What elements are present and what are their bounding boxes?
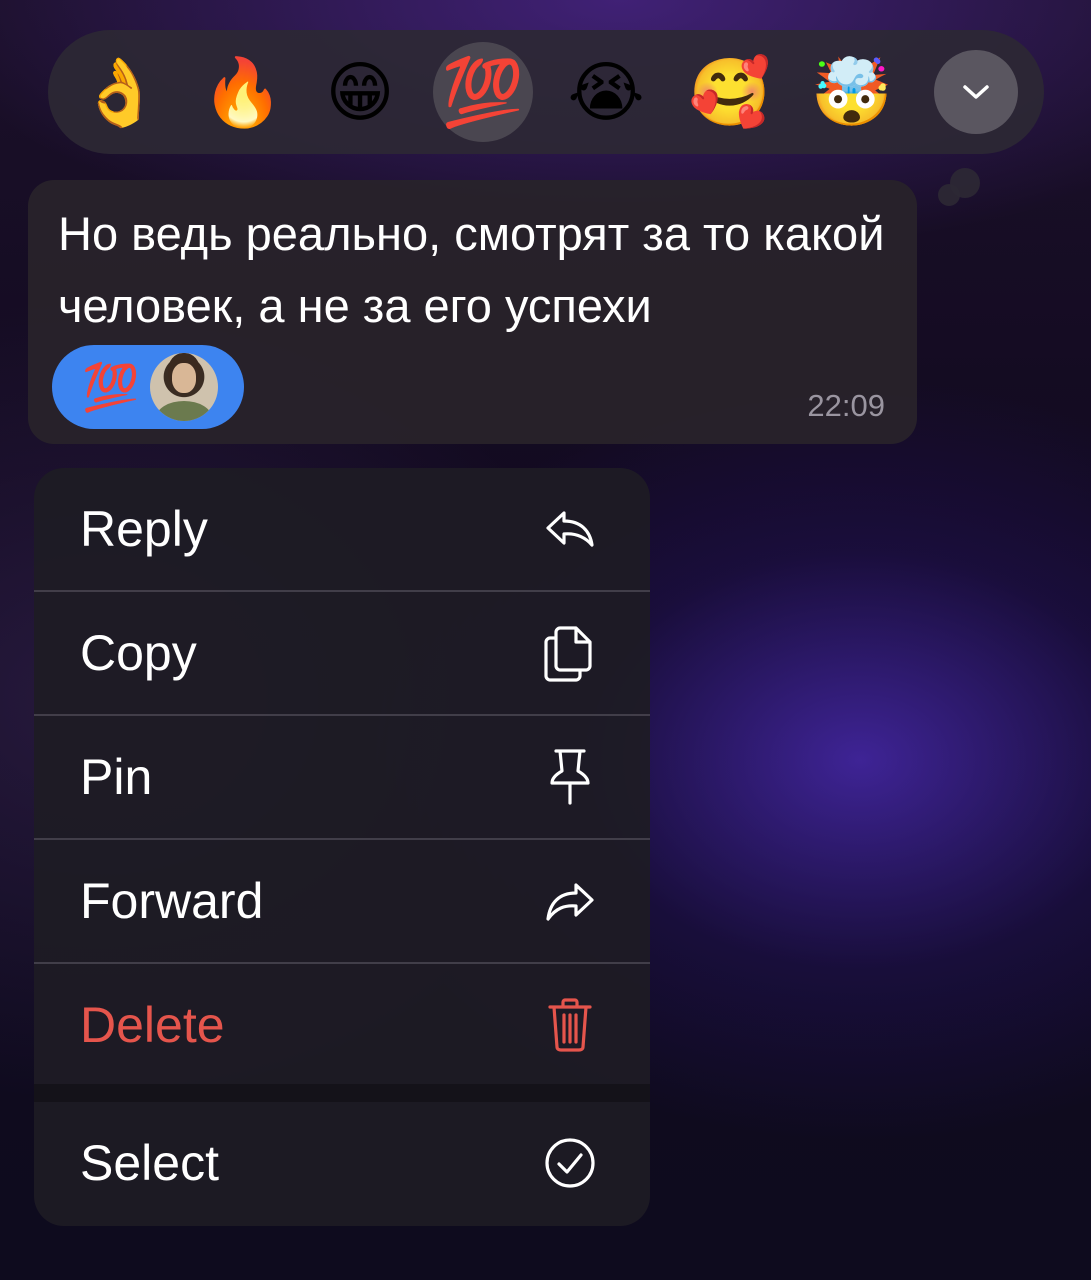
message-time: 22:09 (807, 388, 885, 423)
pin-icon (538, 745, 602, 809)
menu-item-label: Delete (80, 997, 225, 1053)
message-reaction-pill[interactable]: 💯 (52, 345, 244, 429)
menu-item-delete[interactable]: Delete (34, 964, 650, 1086)
reaction-exploding-head[interactable]: 🤯 (811, 52, 893, 132)
context-menu: Reply Copy Pin Forward Delete Select (34, 468, 650, 1226)
reaction-ok-hand[interactable]: 👌 (79, 52, 161, 132)
menu-item-pin[interactable]: Pin (34, 716, 650, 838)
hundred-points-icon: 💯 (82, 361, 140, 413)
message-bubble: Но ведь реально, смотрят за то какой чел… (28, 180, 917, 444)
menu-item-label: Reply (80, 501, 208, 557)
reply-icon (538, 497, 602, 561)
reaction-smiling-hearts[interactable]: 🥰 (689, 52, 771, 132)
reaction-bar-tail-dot (938, 184, 960, 206)
menu-item-copy[interactable]: Copy (34, 592, 650, 714)
expand-reactions-button[interactable] (934, 50, 1018, 134)
menu-item-label: Pin (80, 749, 153, 805)
menu-item-label: Copy (80, 625, 197, 681)
menu-item-select[interactable]: Select (34, 1102, 650, 1224)
reaction-hundred-points[interactable]: 💯 (433, 42, 533, 142)
chevron-down-icon (963, 85, 989, 99)
avatar (150, 353, 218, 421)
menu-item-forward[interactable]: Forward (34, 840, 650, 962)
reaction-fire[interactable]: 🔥 (202, 52, 284, 132)
trash-icon (538, 993, 602, 1057)
menu-section-separator (34, 1084, 650, 1102)
reaction-bar: 👌 🔥 😁 💯 😭 🥰 🤯 (48, 30, 1044, 198)
checkmark-circle-icon (538, 1131, 602, 1195)
message-text: Но ведь реально, смотрят за то какой чел… (58, 207, 885, 332)
menu-item-label: Select (80, 1135, 219, 1191)
reaction-grin[interactable]: 😁 (320, 52, 400, 132)
copy-icon (538, 621, 602, 685)
forward-icon (538, 869, 602, 933)
menu-item-reply[interactable]: Reply (34, 468, 650, 590)
reaction-loudly-crying[interactable]: 😭 (566, 52, 646, 132)
menu-item-label: Forward (80, 873, 264, 929)
